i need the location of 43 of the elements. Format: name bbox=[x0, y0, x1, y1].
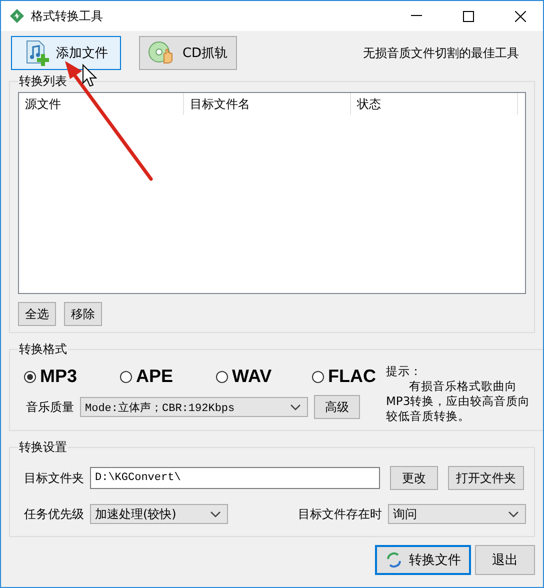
priority-dropdown[interactable]: 加速处理(较快) bbox=[90, 504, 228, 524]
radio-label[interactable]: FLAC bbox=[328, 366, 376, 387]
radio-label[interactable]: APE bbox=[136, 366, 174, 387]
open-folder-button[interactable]: 打开文件夹 bbox=[448, 466, 524, 490]
tagline: 无损音质文件切割的最佳工具 bbox=[363, 44, 520, 62]
radio-button[interactable] bbox=[216, 370, 228, 382]
exists-dropdown[interactable]: 询问 bbox=[388, 504, 526, 524]
window-title: 格式转换工具 bbox=[31, 8, 104, 24]
group-title: 转换设置 bbox=[18, 439, 68, 456]
exists-label: 目标文件存在时 bbox=[298, 506, 382, 522]
radio-label[interactable]: MP3 bbox=[40, 366, 78, 387]
convert-button[interactable]: 转换文件 bbox=[375, 545, 471, 575]
toolbar-button[interactable]: CD抓轨 bbox=[139, 36, 237, 70]
change-button[interactable]: 更改 bbox=[390, 466, 438, 490]
convert-icon bbox=[385, 552, 403, 568]
list-button[interactable]: 移除 bbox=[64, 302, 102, 326]
music-file-add-icon bbox=[24, 40, 50, 66]
chevron-down-icon bbox=[210, 510, 221, 518]
exit-button[interactable]: 退出 bbox=[475, 545, 535, 575]
toolbar-button[interactable]: 添加文件 bbox=[11, 36, 121, 70]
app-logo-icon bbox=[9, 8, 25, 24]
file-list[interactable]: 源文件 目标文件名 状态 bbox=[18, 92, 526, 294]
priority-label: 任务优先级 bbox=[24, 506, 84, 522]
radio-button[interactable] bbox=[312, 370, 324, 382]
chevron-down-icon bbox=[508, 510, 519, 518]
radio-button[interactable] bbox=[120, 370, 132, 382]
folder-field[interactable]: D:\KGConvert\ bbox=[90, 467, 380, 489]
cursor-icon bbox=[82, 64, 98, 87]
chevron-down-icon bbox=[290, 404, 301, 410]
column-header[interactable]: 目标文件名 bbox=[184, 93, 351, 115]
advanced-button[interactable]: 高级 bbox=[314, 395, 360, 419]
quality-dropdown[interactable]: Mode:立体声；CBR:192Kbps bbox=[80, 397, 308, 417]
hint-text: 有损音乐格式歌曲向MP3转换，应由较高音质向较低音质转换。 bbox=[386, 379, 532, 424]
column-header[interactable]: 源文件 bbox=[19, 93, 184, 115]
hint-title: 提示： bbox=[386, 364, 423, 379]
list-button[interactable]: 全选 bbox=[18, 302, 56, 326]
folder-label: 目标文件夹 bbox=[24, 470, 84, 486]
quality-label: 音乐质量 bbox=[26, 398, 74, 416]
group-title: 转换格式 bbox=[18, 341, 68, 358]
radio-button[interactable] bbox=[24, 370, 36, 382]
group-title: 转换列表 bbox=[18, 73, 68, 90]
column-header[interactable]: 状态 bbox=[351, 93, 518, 115]
radio-label[interactable]: WAV bbox=[232, 366, 272, 387]
